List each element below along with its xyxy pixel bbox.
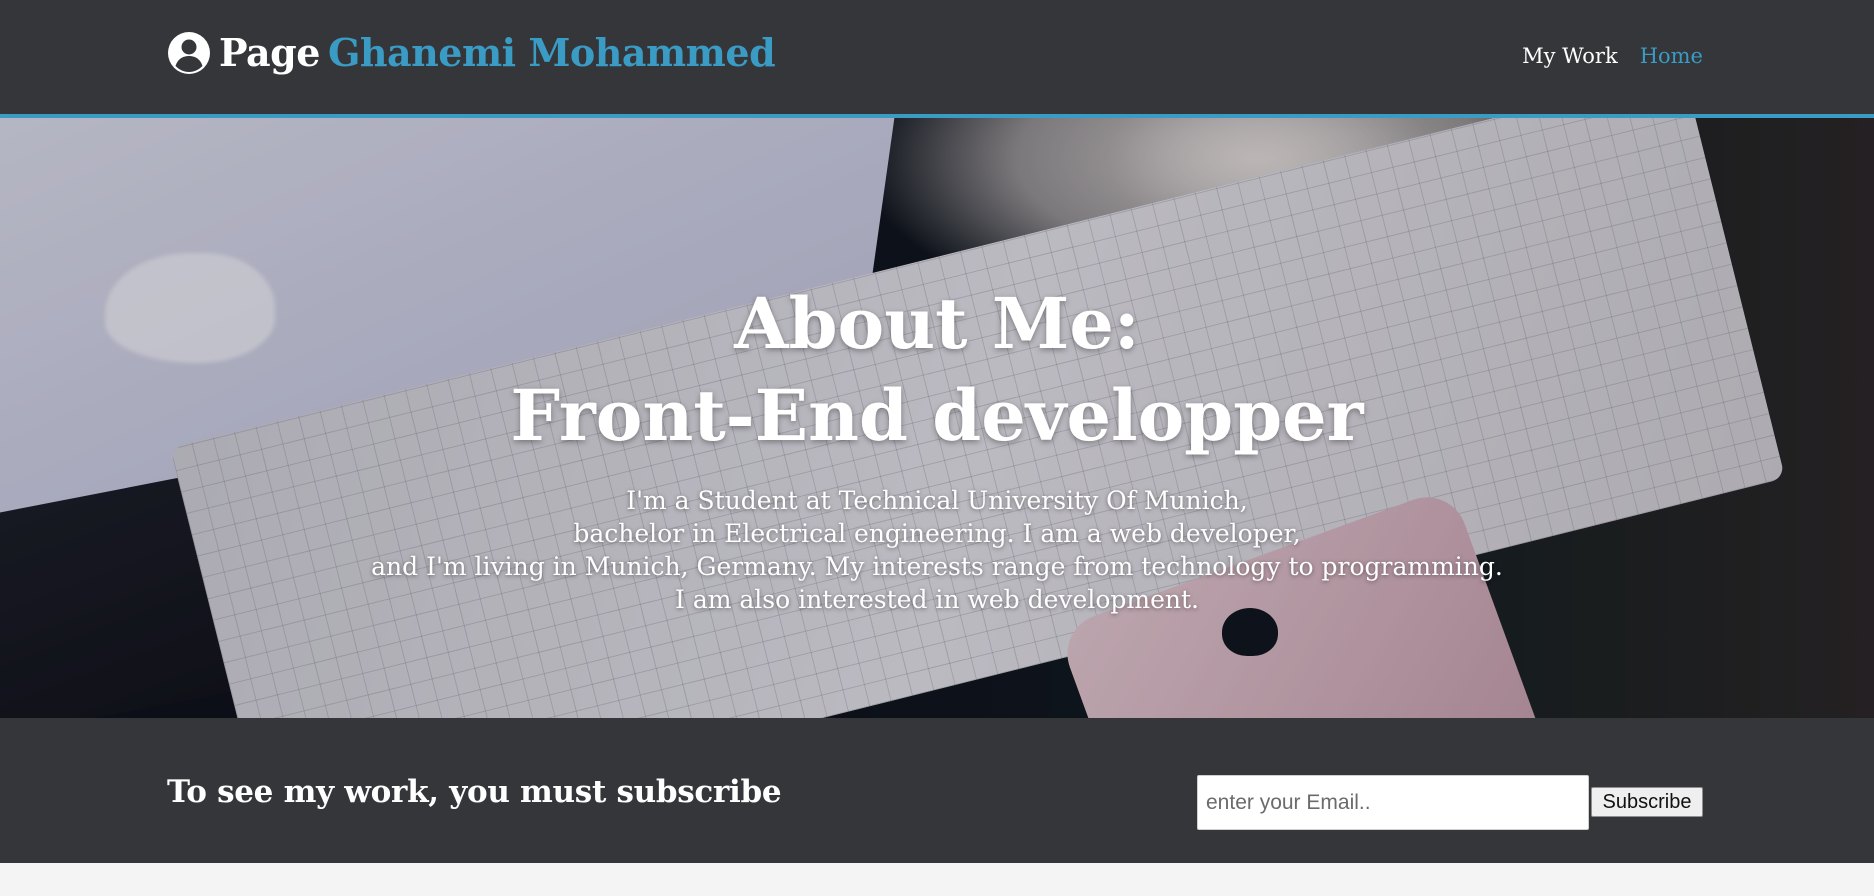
subscribe-button[interactable]: Subscribe: [1591, 787, 1703, 817]
hero-section: About Me: Front-End developper I'm a Stu…: [0, 118, 1874, 718]
nav-link-my-work[interactable]: My Work: [1522, 44, 1618, 68]
hero-content: About Me: Front-End developper I'm a Stu…: [0, 118, 1874, 718]
brand-logo[interactable]: Page Ghanemi Mohammed: [167, 30, 776, 75]
subscribe-heading: To see my work, you must subscribe: [167, 774, 782, 810]
main-nav: My Work Home: [1522, 44, 1703, 68]
site-header: Page Ghanemi Mohammed My Work Home: [0, 0, 1874, 118]
hero-description-line: I am also interested in web development.: [675, 585, 1199, 614]
email-input[interactable]: [1197, 775, 1589, 830]
hero-title-line-1: About Me:: [734, 282, 1140, 365]
subscribe-bar: To see my work, you must subscribe Subsc…: [0, 718, 1874, 863]
hero-description-line: bachelor in Electrical engineering. I am…: [573, 519, 1301, 548]
hero-title: About Me: Front-End developper: [0, 278, 1874, 462]
hero-title-line-2: Front-End developper: [510, 374, 1364, 457]
brand-owner-name: Ghanemi Mohammed: [327, 30, 776, 75]
hero-description: I'm a Student at Technical University Of…: [0, 484, 1874, 616]
hero-description-line: I'm a Student at Technical University Of…: [626, 486, 1248, 515]
user-circle-icon: [167, 31, 211, 75]
brand-first-word: Page: [219, 30, 320, 75]
nav-link-home[interactable]: Home: [1640, 44, 1703, 68]
hero-description-line: and I'm living in Munich, Germany. My in…: [371, 552, 1503, 581]
